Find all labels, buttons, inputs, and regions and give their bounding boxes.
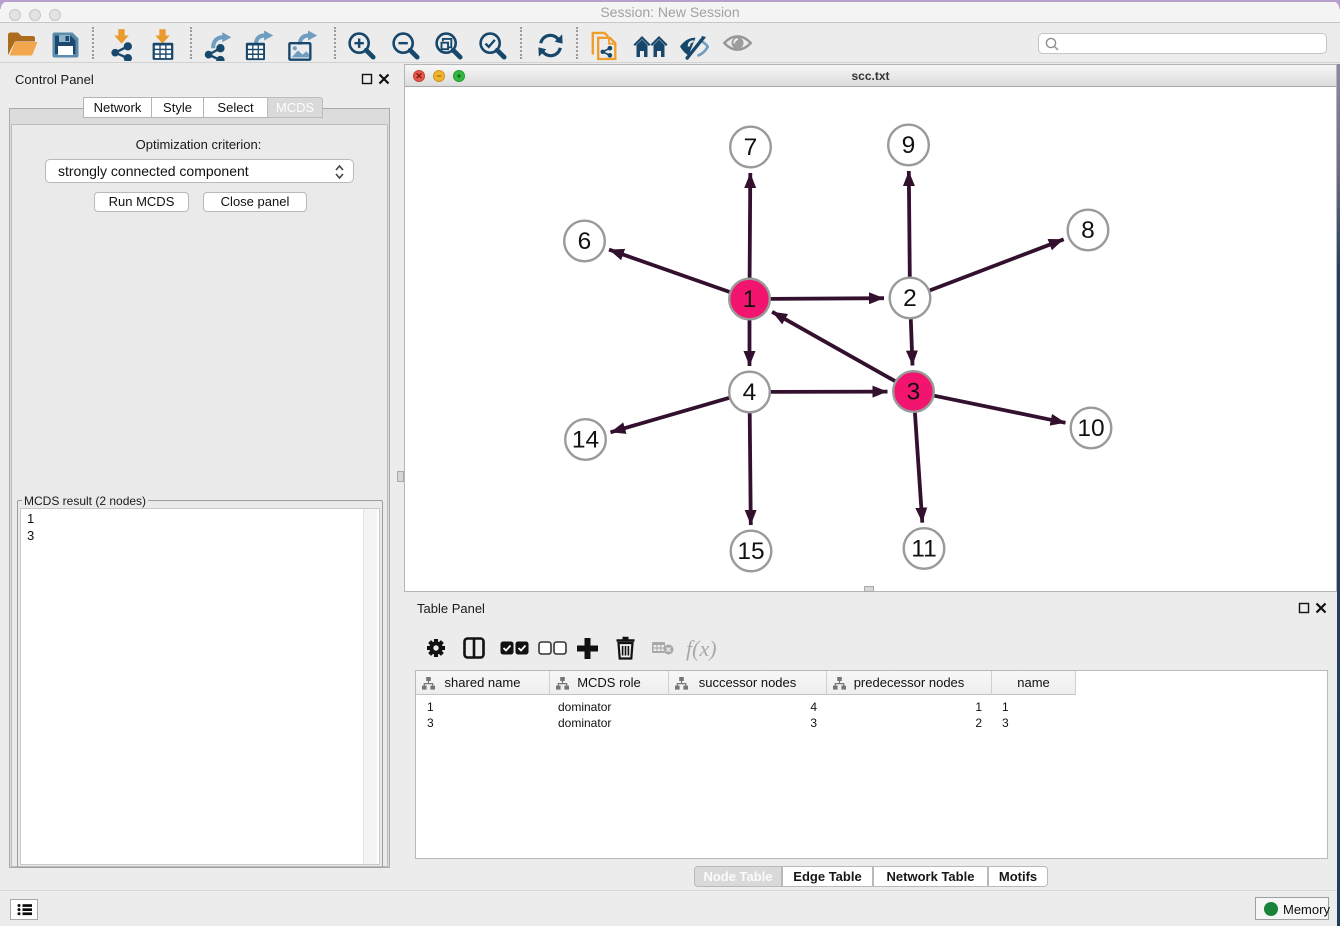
svg-text:3: 3 <box>907 379 921 406</box>
svg-text:9: 9 <box>902 132 916 159</box>
svg-text:6: 6 <box>578 228 592 255</box>
svg-text:10: 10 <box>1077 415 1104 442</box>
svg-text:7: 7 <box>744 134 758 161</box>
svg-text:1: 1 <box>743 286 757 313</box>
svg-text:8: 8 <box>1081 217 1095 244</box>
svg-text:14: 14 <box>572 427 599 454</box>
svg-text:4: 4 <box>743 379 757 406</box>
svg-text:11: 11 <box>911 536 936 563</box>
svg-text:2: 2 <box>903 285 917 312</box>
svg-text:15: 15 <box>737 538 764 565</box>
